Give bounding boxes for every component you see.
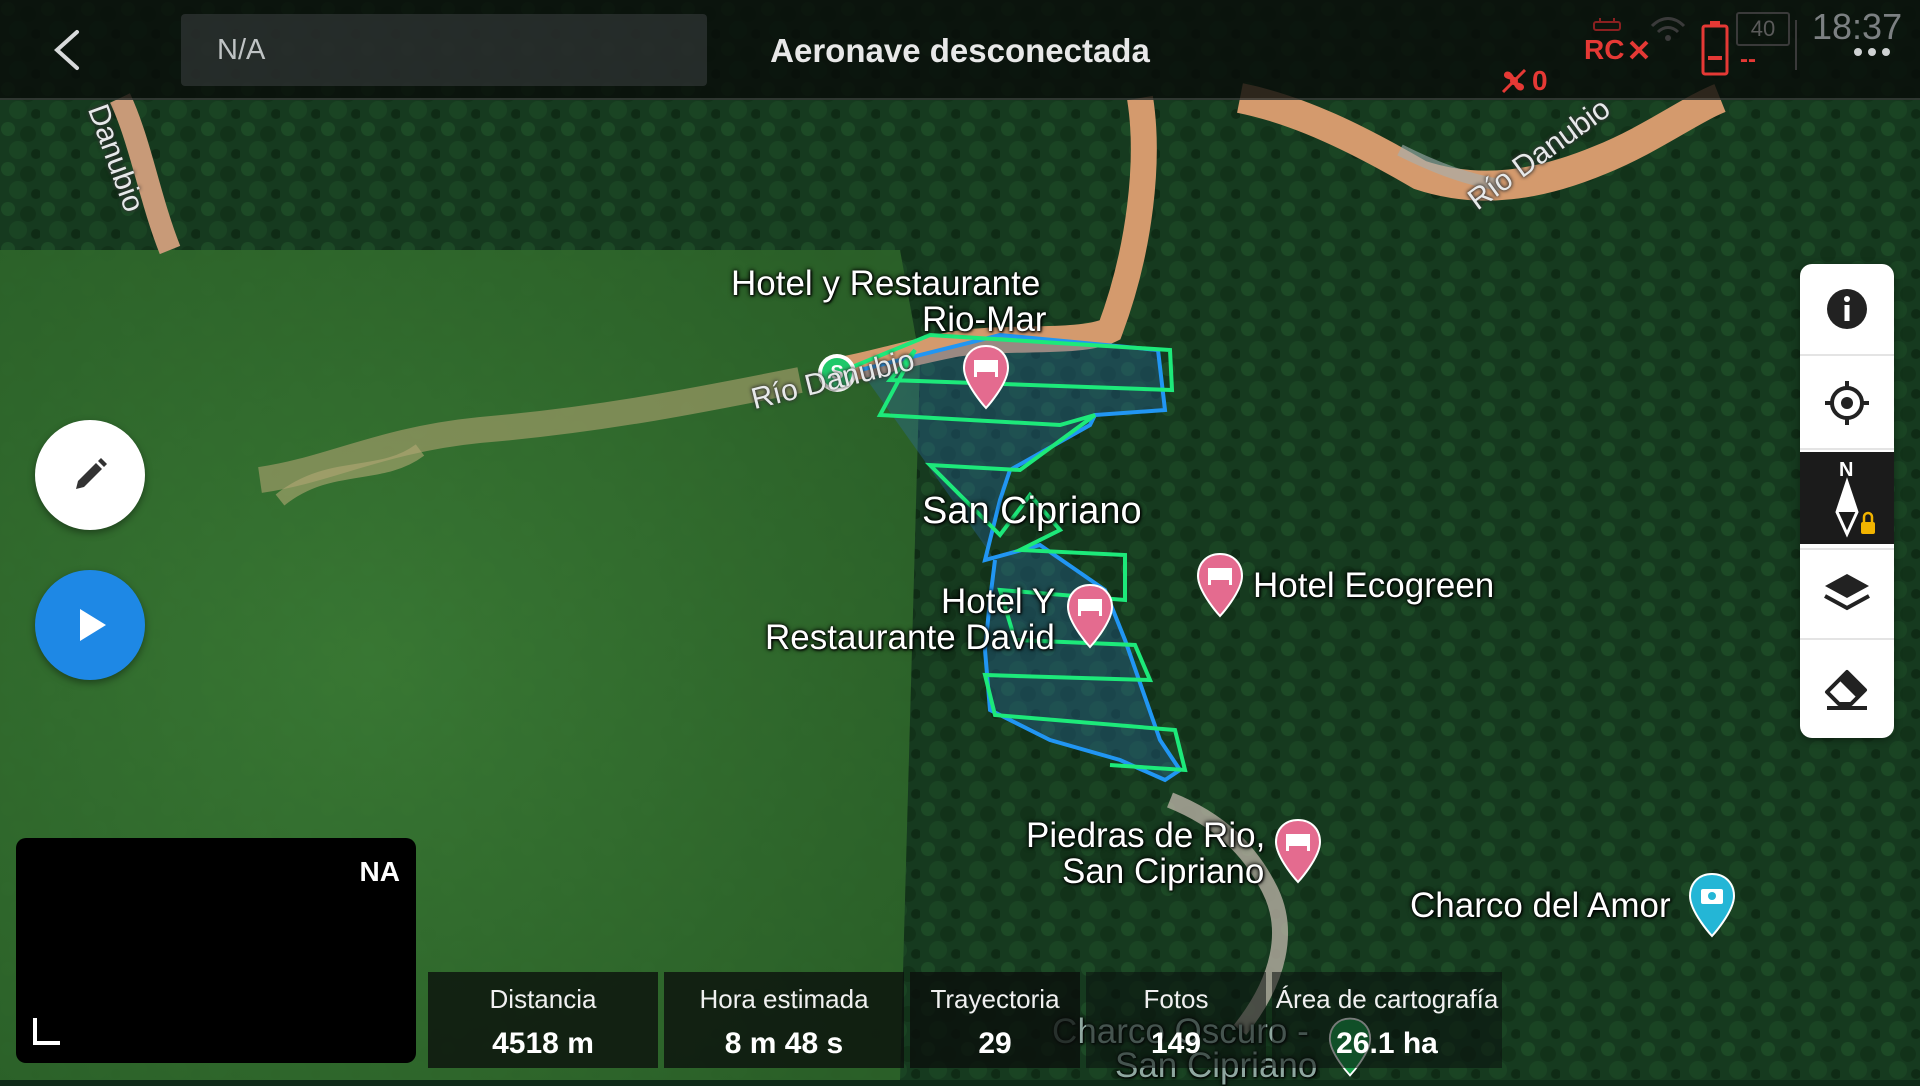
stat-value: 26.1 ha xyxy=(1336,1027,1438,1060)
battery-icon xyxy=(1700,20,1730,81)
locate-button[interactable] xyxy=(1800,358,1894,450)
stat-label: Fotos xyxy=(1143,984,1209,1014)
start-mission-button[interactable] xyxy=(35,570,145,680)
chevron-left-icon xyxy=(54,30,79,70)
eraser-button[interactable] xyxy=(1800,642,1894,734)
stat-mapping-area: Área de cartografía 26.1 ha xyxy=(1272,972,1502,1068)
stat-label: Trayectoria xyxy=(930,984,1060,1014)
stat-value: 149 xyxy=(1150,1027,1202,1060)
divider xyxy=(1795,20,1797,70)
camera-preview[interactable]: NA xyxy=(16,838,416,1063)
hotel-pin[interactable] xyxy=(962,344,1010,415)
signal-icon xyxy=(1648,14,1688,49)
stat-value: 8 m 48 s xyxy=(724,1027,844,1060)
map-label: Piedras de Rio, xyxy=(1026,816,1266,855)
map-label: San Cipriano xyxy=(1062,852,1265,891)
hotel-pin[interactable] xyxy=(1274,818,1322,889)
rc-indicator: RC xyxy=(1584,34,1650,66)
pencil-icon xyxy=(76,458,107,489)
map-label: Restaurante David xyxy=(765,618,1055,657)
compass-icon: N xyxy=(1835,459,1875,538)
rc-battery: 40 xyxy=(1736,12,1790,46)
stat-distance: Distancia 4518 m xyxy=(428,972,658,1068)
more-button[interactable] xyxy=(1844,40,1900,64)
map-label: Hotel y Restaurante xyxy=(731,264,1041,303)
map-layers-button[interactable] xyxy=(1800,548,1894,640)
eraser-icon xyxy=(1825,670,1867,710)
stat-value: 29 xyxy=(978,1027,1012,1060)
stat-label: Área de cartografía xyxy=(1275,984,1499,1014)
more-dot xyxy=(1868,48,1876,56)
stat-estimated-time: Hora estimada 8 m 48 s xyxy=(664,972,904,1068)
hotel-pin[interactable] xyxy=(1066,583,1114,654)
battery-value: -- xyxy=(1740,46,1756,73)
mission-stats: Distancia 4518 m Hora estimada 8 m 48 s … xyxy=(428,972,1508,1068)
stat-label: Hora estimada xyxy=(699,984,869,1014)
top-bar: N/A Aeronave desconectada 0 RC -- 40 18:… xyxy=(0,0,1920,100)
hotel-pin[interactable] xyxy=(1196,552,1244,623)
more-dot xyxy=(1882,48,1890,56)
stat-label: Distancia xyxy=(489,984,597,1014)
info-icon xyxy=(1827,289,1867,329)
motor-count: 0 xyxy=(1532,65,1548,96)
map-label: Hotel Ecogreen xyxy=(1253,566,1495,605)
crosshair-icon xyxy=(1825,381,1869,425)
stat-photos: Fotos 149 xyxy=(1086,972,1266,1068)
map-label: Charco del Amor xyxy=(1410,886,1671,925)
attraction-pin[interactable] xyxy=(1688,872,1736,943)
expand-icon[interactable] xyxy=(32,1016,62,1051)
svg-text:N: N xyxy=(1839,459,1853,481)
map-label: Rio-Mar xyxy=(922,300,1047,339)
rc-label: RC xyxy=(1584,34,1625,65)
map-tools-panel: N xyxy=(1800,264,1894,738)
propeller-icon xyxy=(1501,68,1527,94)
layers-icon xyxy=(1824,574,1870,611)
info-button[interactable] xyxy=(1800,264,1894,356)
back-button[interactable] xyxy=(36,20,96,80)
status-field: N/A xyxy=(181,14,707,86)
preview-badge: NA xyxy=(359,856,400,887)
play-icon xyxy=(80,609,106,641)
stat-trajectory: Trayectoria 29 xyxy=(910,972,1080,1068)
edit-button[interactable] xyxy=(35,420,145,530)
map-label: San Cipriano xyxy=(922,490,1142,532)
compass-lock-button[interactable]: N xyxy=(1800,452,1894,544)
page-title: Aeronave desconectada xyxy=(770,32,1150,69)
more-dot xyxy=(1854,48,1862,56)
map-label: Hotel Y xyxy=(941,582,1056,621)
stat-value: 4518 m xyxy=(492,1027,594,1060)
motor-indicator: 0 xyxy=(1500,32,1548,130)
